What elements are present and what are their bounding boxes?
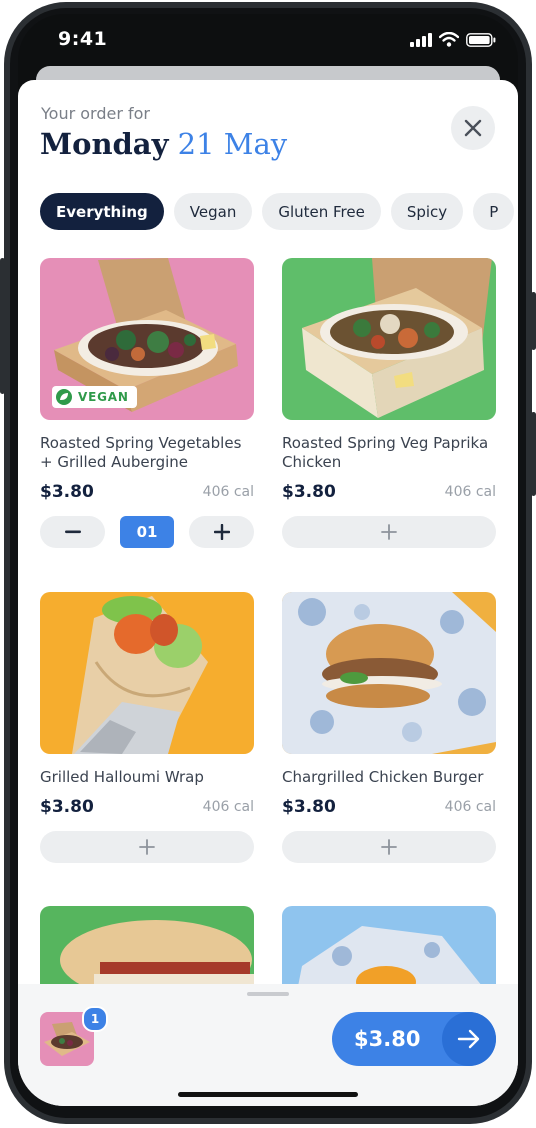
phone-screen: 9:41 Your order for Monday 21 May Everyt…: [18, 14, 518, 1106]
item-price: $3.80: [40, 797, 94, 817]
close-icon: [464, 119, 482, 137]
plus-icon: [139, 839, 155, 855]
decrease-button[interactable]: [40, 516, 105, 548]
side-button-right-top: [531, 292, 536, 350]
checkout-arrow: [442, 1012, 496, 1066]
basket-bar: 1 $3.80: [18, 984, 518, 1106]
food-image: [40, 592, 254, 754]
menu-item-card[interactable]: VEGAN Roasted Spring Vegetables + Grille…: [40, 258, 254, 548]
add-button[interactable]: [282, 516, 496, 548]
order-date: 21 May: [177, 127, 288, 161]
minus-icon: [64, 530, 81, 534]
item-price: $3.80: [40, 482, 94, 502]
food-image: [282, 258, 496, 420]
quantity-value: 01: [120, 516, 174, 548]
item-calories: 406 cal: [444, 484, 496, 500]
home-indicator[interactable]: [178, 1092, 358, 1097]
drag-handle[interactable]: [247, 992, 289, 996]
order-sheet: Your order for Monday 21 May Everything …: [18, 80, 518, 1106]
item-name: Grilled Halloumi Wrap: [40, 768, 204, 786]
plus-icon: [381, 839, 397, 855]
cellular-signal-icon: [410, 32, 432, 47]
status-bar: 9:41: [18, 14, 518, 68]
basket-total: $3.80: [354, 1027, 421, 1051]
leaf-icon: [56, 389, 72, 405]
side-button-left: [0, 258, 5, 394]
plus-icon: [213, 524, 230, 540]
menu-item-card[interactable]: Chargrilled Chicken Burger $3.80 406 cal: [282, 592, 496, 863]
filter-chips: Everything Vegan Gluten Free Spicy P: [40, 193, 515, 230]
close-button[interactable]: [451, 106, 495, 150]
order-eyebrow: Your order for: [41, 104, 150, 123]
quantity-stepper: 01: [40, 516, 254, 548]
item-price: $3.80: [282, 482, 336, 502]
item-calories: 406 cal: [444, 799, 496, 815]
item-name: Chargrilled Chicken Burger: [282, 768, 484, 786]
filter-everything[interactable]: Everything: [40, 193, 164, 230]
increase-button[interactable]: [189, 516, 254, 548]
vegan-badge: VEGAN: [52, 386, 137, 408]
filter-partial[interactable]: P: [473, 193, 515, 230]
filter-spicy[interactable]: Spicy: [390, 193, 464, 230]
order-day: Monday: [40, 127, 169, 161]
vegan-badge-label: VEGAN: [78, 390, 129, 404]
plus-icon: [381, 524, 397, 540]
item-name: Roasted Spring Vegetables + Grilled Aube…: [40, 434, 242, 471]
status-time: 9:41: [58, 28, 108, 50]
battery-icon: [466, 32, 496, 47]
filter-gluten-free[interactable]: Gluten Free: [262, 193, 381, 230]
wifi-icon: [439, 32, 459, 47]
food-image: [282, 592, 496, 754]
menu-item-card[interactable]: Grilled Halloumi Wrap $3.80 406 cal: [40, 592, 254, 863]
food-image: VEGAN: [40, 258, 254, 420]
item-calories: 406 cal: [202, 799, 254, 815]
item-calories: 406 cal: [202, 484, 254, 500]
menu-item-card[interactable]: Roasted Spring Veg Paprika Chicken $3.80…: [282, 258, 496, 548]
item-name: Roasted Spring Veg Paprika Chicken: [282, 434, 489, 471]
page-title: Monday 21 May: [40, 127, 287, 161]
side-button-right-bottom: [531, 412, 536, 496]
basket-count-badge: 1: [82, 1006, 108, 1032]
add-button[interactable]: [40, 831, 254, 863]
item-price: $3.80: [282, 797, 336, 817]
checkout-button[interactable]: $3.80: [332, 1012, 496, 1066]
filter-vegan[interactable]: Vegan: [173, 193, 253, 230]
add-button[interactable]: [282, 831, 496, 863]
arrow-right-icon: [457, 1029, 480, 1049]
